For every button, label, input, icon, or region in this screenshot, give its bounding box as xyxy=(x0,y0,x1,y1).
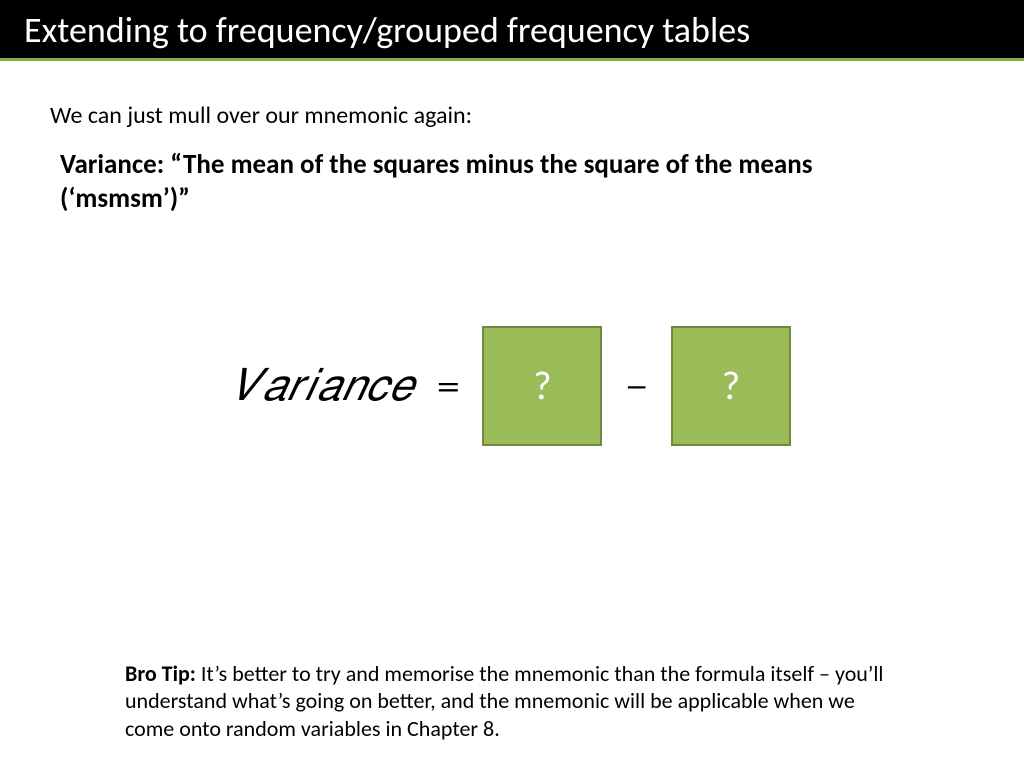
intro-text: We can just mull over our mnemonic again… xyxy=(50,101,974,130)
variance-formula: 𝑉𝑎𝑟𝑖𝑎𝑛𝑐𝑒 = ? − ? xyxy=(50,326,974,446)
slide-title-bar: Extending to frequency/grouped frequency… xyxy=(0,0,1024,61)
equals-sign: = xyxy=(436,360,460,411)
placeholder-box-1[interactable]: ? xyxy=(482,326,602,446)
tip-region: Bro Tip: It’s better to try and memorise… xyxy=(0,660,1024,743)
mnemonic-text: Variance: “The mean of the squares minus… xyxy=(60,148,934,216)
minus-sign: − xyxy=(624,360,648,411)
placeholder-box-2-label: ? xyxy=(722,361,741,410)
slide-body: We can just mull over our mnemonic again… xyxy=(0,61,1024,446)
variance-label: 𝑉𝑎𝑟𝑖𝑎𝑛𝑐𝑒 xyxy=(233,360,414,411)
placeholder-box-2[interactable]: ? xyxy=(671,326,791,446)
tip-lead: Bro Tip: xyxy=(125,660,196,687)
slide-title: Extending to frequency/grouped frequency… xyxy=(24,8,750,52)
placeholder-box-1-label: ? xyxy=(533,361,552,410)
tip-body: It’s better to try and memorise the mnem… xyxy=(125,660,883,742)
tip-text: Bro Tip: It’s better to try and memorise… xyxy=(125,660,899,743)
